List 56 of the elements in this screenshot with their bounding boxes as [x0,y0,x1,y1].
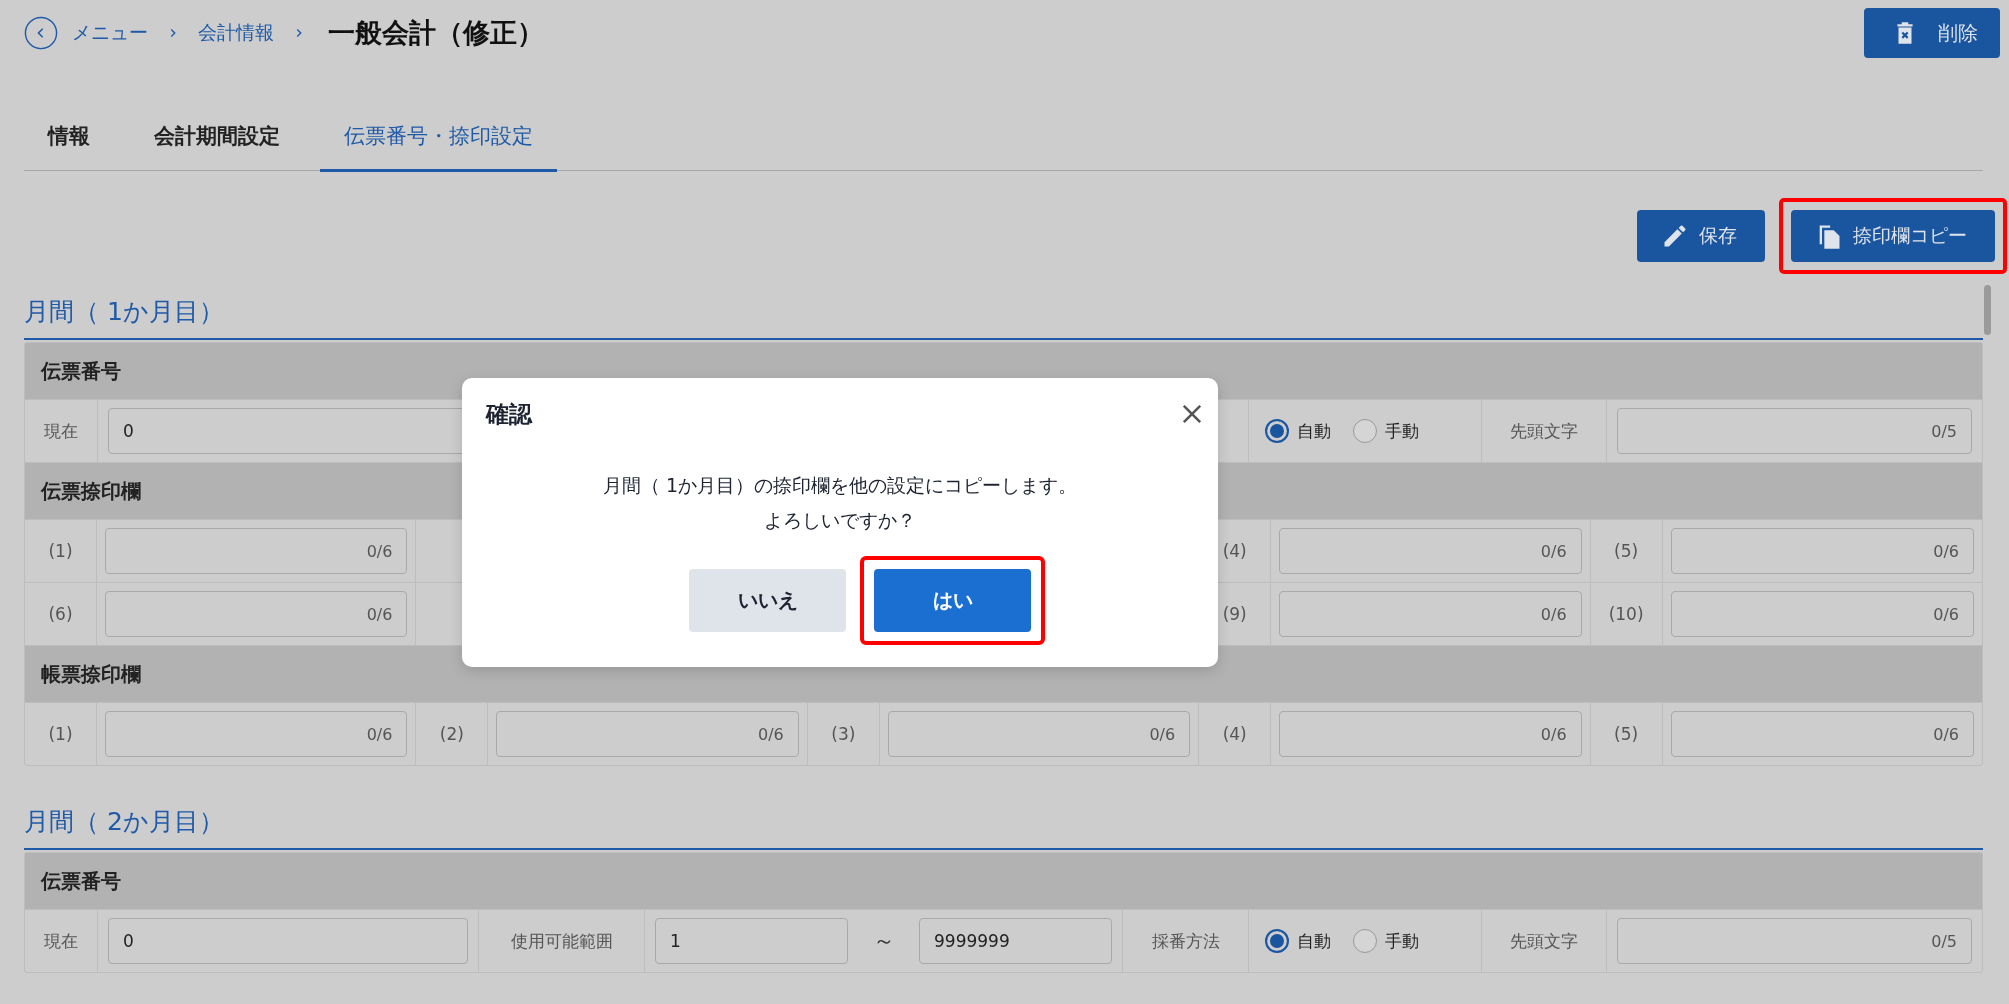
save-button[interactable]: 保存 [1637,210,1765,262]
input-field[interactable]: 0/6 [1279,528,1582,574]
field-label: (1) [48,724,73,744]
input-field[interactable]: 0/6 [1279,591,1582,637]
section-title: 月間（ 1か月目） [24,292,1983,340]
section-title: 月間（ 2か月目） [24,802,1983,850]
input-field[interactable]: 0/6 [105,528,408,574]
field-label: 採番方法 [1151,929,1220,953]
field-label: 先頭文字 [1510,929,1578,953]
field-label: (2) [439,724,464,744]
input-field[interactable]: 0 [108,918,468,964]
tab[interactable]: 情報 [24,104,114,172]
input-field[interactable]: 0/6 [887,711,1191,757]
group-header: 伝票番号 [25,853,1982,909]
radio-button[interactable]: 手動 [1353,929,1419,953]
input-field[interactable]: 0/5 [1617,918,1972,964]
field-label: (10) [1608,604,1644,624]
range-separator: ～ [872,927,895,955]
field-label: (3) [831,724,856,744]
field-label: 現在 [44,419,78,443]
input-field[interactable]: 0/6 [1670,711,1974,757]
dialog-title: 確認 [486,399,532,429]
cancel-button[interactable]: いいえ [689,569,846,632]
field-label: (5) [1614,541,1639,561]
breadcrumb-link[interactable]: メニュー [72,20,148,46]
input-field[interactable]: 0/6 [105,711,408,757]
delete-button[interactable]: 削除 [1864,8,2000,58]
input-field[interactable]: 0/6 [1670,591,1974,637]
confirm-button[interactable]: はい [874,569,1031,632]
copy-button[interactable]: 捺印欄コピー [1791,210,1995,262]
scrollbar-thumb[interactable] [1984,285,1991,335]
field-label: (9) [1222,604,1247,624]
field-label: 先頭文字 [1510,419,1578,443]
radio-button[interactable]: 自動 [1265,929,1331,953]
input-field[interactable]: 0/5 [1617,408,1972,454]
field-label: (5) [1614,724,1639,744]
dialog-message: 月間（ 1か月目）の捺印欄を他の設定にコピーします。 [601,473,1079,498]
input-field[interactable]: 0/6 [496,711,799,757]
radio-button[interactable]: 自動 [1265,419,1331,443]
input-field[interactable]: 9999999 [919,918,1112,964]
input-field[interactable]: 0/6 [105,591,408,637]
radio-button[interactable]: 手動 [1353,419,1419,443]
field-label: 使用可能範囲 [510,929,613,953]
tab[interactable]: 会計期間設定 [130,104,304,172]
field-label: (4) [1222,724,1247,744]
field-label: 現在 [44,929,78,953]
input-field[interactable]: 0/6 [1670,528,1974,574]
back-icon [24,16,58,50]
field-label: (6) [48,604,73,624]
input-field[interactable]: 1 [655,918,848,964]
input-field[interactable]: 0/6 [1279,711,1582,757]
tab[interactable]: 伝票番号・捺印設定 [320,104,557,172]
breadcrumb-link[interactable]: 会計情報 [198,20,274,46]
page-title: 一般会計（修正） [328,16,544,50]
field-label: (4) [1222,541,1247,561]
field-label: (1) [48,541,73,561]
